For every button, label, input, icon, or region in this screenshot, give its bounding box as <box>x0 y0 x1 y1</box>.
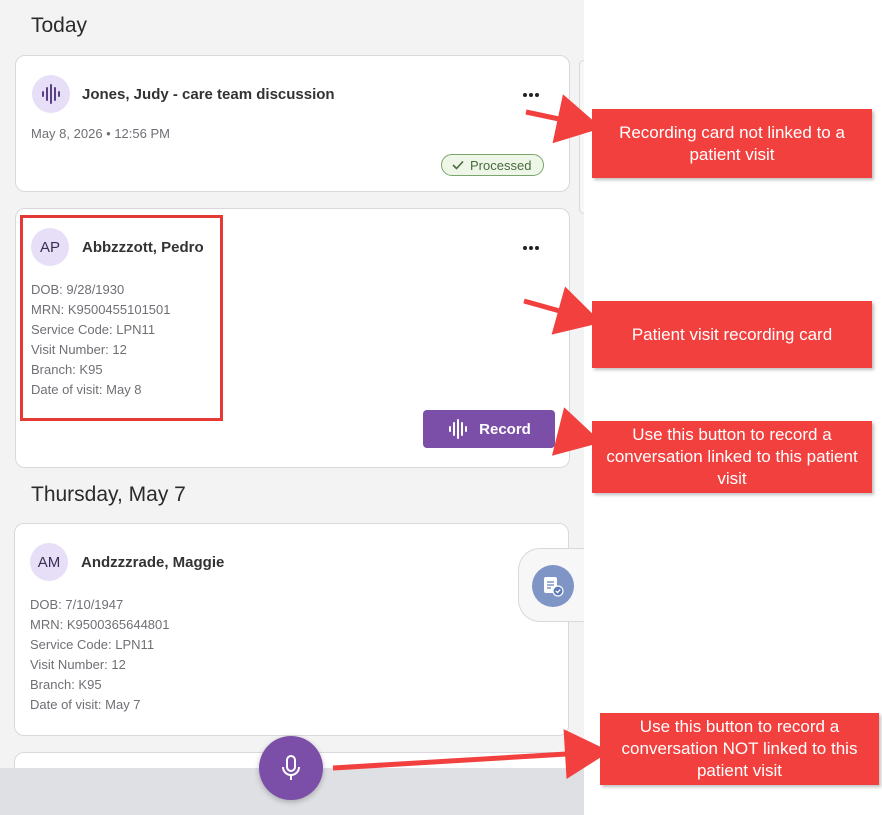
recording-card[interactable]: Jones, Judy - care team discussion May 8… <box>15 55 570 192</box>
document-check-button[interactable] <box>532 565 574 607</box>
record-button-label: Record <box>479 420 531 438</box>
visit-number: Visit Number: 12 <box>30 657 126 672</box>
callout-record-button: Use this button to record a conversation… <box>592 421 872 493</box>
section-heading-today: Today <box>31 14 88 37</box>
recording-datetime: May 8, 2026 • 12:56 PM <box>31 126 170 141</box>
microphone-icon <box>282 755 300 780</box>
callout-not-linked: Recording card not linked to a patient v… <box>592 109 872 178</box>
more-options-button[interactable] <box>518 86 544 104</box>
document-check-icon <box>544 577 564 597</box>
status-badge: Processed <box>441 154 545 176</box>
patient-info-highlight <box>20 215 223 421</box>
microphone-button[interactable] <box>259 736 323 800</box>
section-heading-thursday: Thursday, May 7 <box>31 483 186 506</box>
waveform-icon <box>42 84 60 104</box>
avatar: AM <box>30 543 68 581</box>
recording-title: Jones, Judy - care team discussion <box>82 86 335 103</box>
side-panel-edge <box>579 60 584 214</box>
date-of-visit: Date of visit: May 7 <box>30 697 141 712</box>
more-options-button[interactable] <box>518 239 544 257</box>
branch: Branch: K95 <box>30 677 102 692</box>
more-horizontal-icon <box>523 246 539 250</box>
record-button[interactable]: Record <box>423 410 555 448</box>
check-icon <box>452 160 464 170</box>
patient-name: Andzzzrade, Maggie <box>81 554 225 571</box>
callout-mic-button: Use this button to record a conversation… <box>600 713 879 785</box>
service-code: Service Code: LPN11 <box>30 637 155 652</box>
more-horizontal-icon <box>523 93 539 97</box>
patient-dob: DOB: 7/10/1947 <box>30 597 124 612</box>
patient-visit-card[interactable]: AM Andzzzrade, Maggie DOB: 7/10/1947 MRN… <box>14 523 569 736</box>
callout-visit-card: Patient visit recording card <box>592 301 872 368</box>
waveform-avatar <box>32 75 70 113</box>
waveform-icon <box>449 419 468 439</box>
status-badge-label: Processed <box>470 157 532 173</box>
patient-mrn: MRN: K9500365644801 <box>30 617 170 632</box>
visit-list-panel: Today Jones, Judy - care team discussion… <box>0 0 584 815</box>
